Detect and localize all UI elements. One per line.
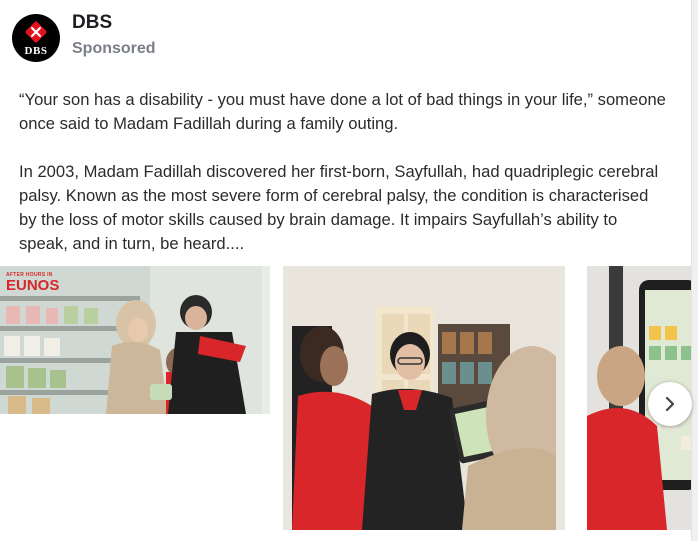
dbs-logo-icon — [25, 21, 47, 43]
post-paragraph-1: “Your son has a disability - you must ha… — [19, 90, 666, 133]
carousel-next-button[interactable] — [648, 382, 692, 426]
sponsored-label[interactable]: Sponsored — [72, 40, 156, 58]
post-text: “Your son has a disability - you must ha… — [19, 88, 669, 256]
page-name[interactable]: DBS — [72, 12, 112, 34]
dbs-avatar[interactable]: DBS — [12, 14, 60, 62]
scroll-edge — [691, 0, 698, 541]
carousel-slide-2[interactable] — [283, 266, 565, 530]
dbs-logo-text: DBS — [24, 45, 48, 57]
image-carousel: AFTER HOURS IN EUNOS — [0, 266, 698, 541]
chevron-right-icon — [665, 396, 675, 412]
slide1-badge-title: EUNOS — [6, 277, 60, 294]
sponsored-post-card: DBS DBS Sponsored “Your son has a disabi… — [0, 0, 698, 541]
post-paragraph-2[interactable]: In 2003, Madam Fadillah discovered her f… — [19, 160, 669, 256]
tablet-session-photo — [292, 266, 556, 530]
carousel-slide-1[interactable]: AFTER HOURS IN EUNOS — [0, 266, 270, 414]
